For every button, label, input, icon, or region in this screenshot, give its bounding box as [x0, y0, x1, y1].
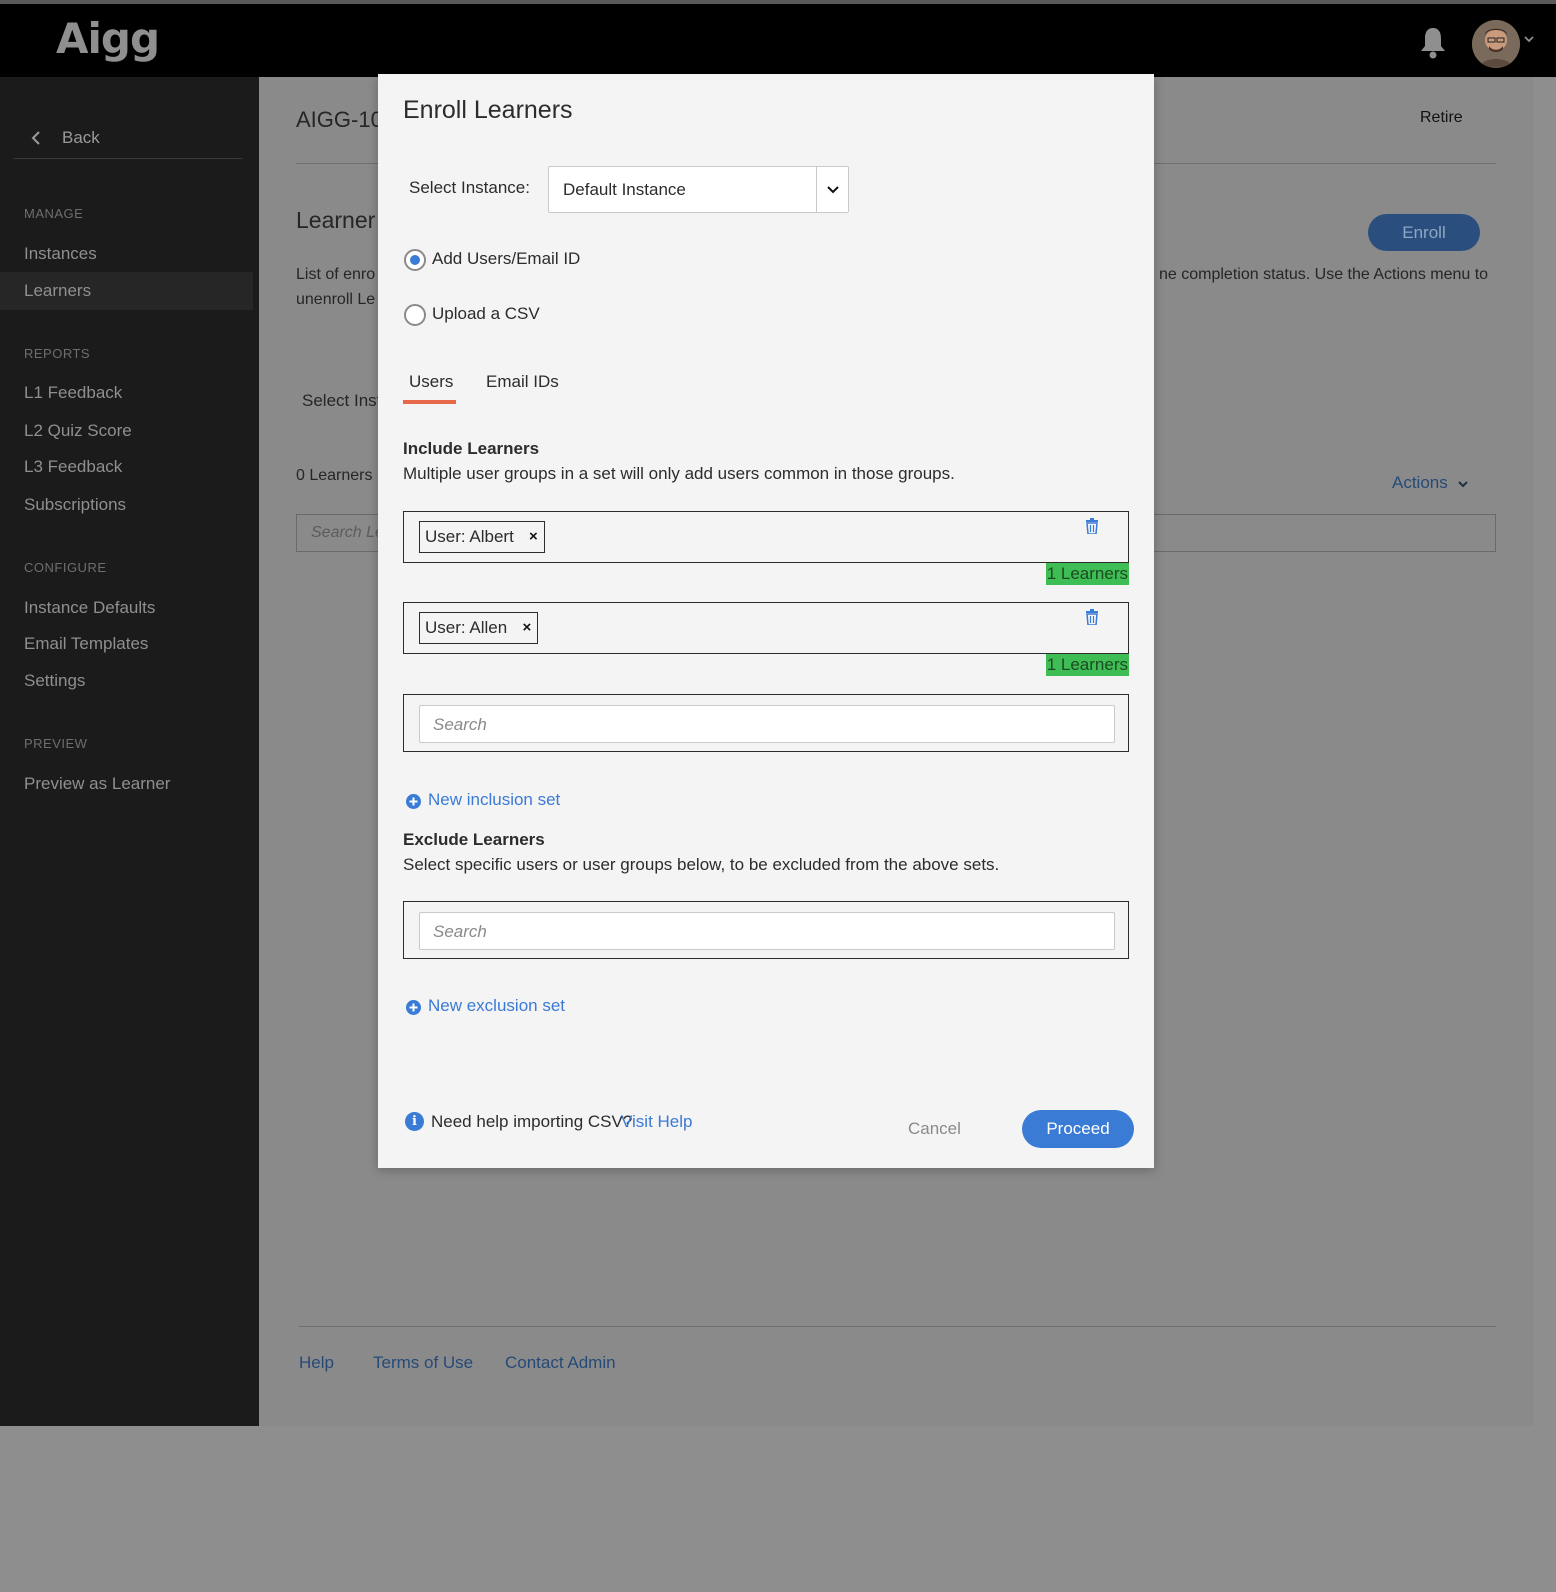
trash-icon[interactable] — [1085, 518, 1099, 534]
visit-help-link[interactable]: Visit Help — [621, 1112, 693, 1132]
sidebar-item-l3-feedback[interactable]: L3 Feedback — [24, 457, 122, 477]
sidebar-section-manage: MANAGE — [24, 206, 84, 221]
chevron-left-icon — [31, 131, 40, 145]
sidebar-item-l2-quiz-score[interactable]: L2 Quiz Score — [24, 421, 132, 441]
page-background — [0, 1426, 1556, 1592]
enroll-button[interactable]: Enroll — [1368, 214, 1480, 251]
top-bar: Aigg — [0, 0, 1556, 77]
avatar[interactable] — [1472, 20, 1520, 68]
footer-help-link[interactable]: Help — [299, 1353, 334, 1373]
page-title: AIGG-10 — [296, 107, 383, 132]
bell-icon[interactable] — [1418, 26, 1448, 60]
inclusion-set: User: Allen × — [403, 602, 1129, 654]
trash-icon[interactable] — [1085, 609, 1099, 625]
new-exclusion-set-label: New exclusion set — [428, 996, 566, 1015]
tab-email-ids[interactable]: Email IDs — [486, 372, 559, 392]
plus-circle-icon — [406, 1000, 421, 1015]
chevron-down-icon — [827, 186, 839, 194]
search-placeholder: Search — [433, 715, 487, 734]
learners-description: List of enro — [296, 266, 376, 283]
proceed-button[interactable]: Proceed — [1022, 1110, 1134, 1148]
sidebar-item-instances[interactable]: Instances — [24, 244, 97, 264]
new-inclusion-set-label: New inclusion set — [428, 790, 561, 809]
sidebar: Back MANAGE Instances Learners REPORTS L… — [0, 77, 259, 1426]
learner-count-badge: 1 Learners — [1045, 563, 1129, 585]
select-instance-label: Select Inst — [302, 391, 382, 410]
radio-upload-csv-label[interactable]: Upload a CSV — [432, 304, 540, 324]
inclusion-search-set: Search — [403, 694, 1129, 752]
footer-terms-link[interactable]: Terms of Use — [373, 1353, 473, 1373]
footer-contact-admin-link[interactable]: Contact Admin — [505, 1353, 616, 1373]
plus-circle-icon — [406, 794, 421, 809]
inclusion-set: User: Albert × — [403, 511, 1129, 563]
learner-count: 0 Learners — [296, 467, 373, 484]
exclude-learners-description: Select specific users or user groups bel… — [403, 855, 1000, 874]
learners-description-end: ne completion status. Use the Actions me… — [1159, 266, 1489, 283]
enroll-learners-modal: Enroll Learners Select Instance: Default… — [378, 74, 1154, 1168]
chevron-down-icon[interactable] — [1522, 32, 1536, 46]
csv-help-text: Need help importing CSV? — [431, 1112, 633, 1131]
retire-button[interactable]: Retire — [1420, 109, 1463, 127]
modal-title: Enroll Learners — [403, 96, 573, 124]
active-tab-indicator — [403, 400, 456, 404]
back-button[interactable]: Back — [14, 125, 242, 159]
include-learners-heading: Include Learners — [403, 439, 540, 458]
include-learners-description: Multiple user groups in a set will only … — [403, 464, 955, 483]
learner-count-badge: 1 Learners — [1045, 654, 1129, 676]
app-logo[interactable]: Aigg — [56, 14, 160, 63]
learners-heading: Learner — [296, 207, 376, 233]
sidebar-item-learners[interactable]: Learners — [24, 281, 91, 301]
radio-add-users[interactable] — [404, 249, 426, 271]
radio-upload-csv[interactable] — [404, 304, 426, 326]
sidebar-section-preview: PREVIEW — [24, 736, 88, 751]
sidebar-section-configure: CONFIGURE — [24, 560, 107, 575]
chevron-down-icon[interactable] — [1456, 477, 1470, 491]
user-chip: User: Allen × — [419, 612, 539, 644]
back-label: Back — [62, 128, 100, 147]
info-icon: i — [405, 1112, 424, 1131]
sidebar-item-instance-defaults[interactable]: Instance Defaults — [24, 598, 155, 618]
sidebar-item-email-templates[interactable]: Email Templates — [24, 634, 148, 654]
user-chip-label: User: Allen — [425, 618, 508, 637]
close-icon[interactable]: × — [529, 522, 538, 552]
close-icon[interactable]: × — [522, 613, 531, 643]
cancel-button[interactable]: Cancel — [908, 1119, 961, 1139]
inclusion-search-input[interactable]: Search — [419, 705, 1115, 743]
actions-menu[interactable]: Actions — [1392, 473, 1448, 493]
exclusion-search-set: Search — [403, 901, 1129, 959]
user-chip-label: User: Albert — [425, 527, 514, 546]
search-placeholder: Search Le — [311, 524, 384, 541]
exclude-learners-heading: Exclude Learners — [403, 830, 545, 849]
sidebar-item-l1-feedback[interactable]: L1 Feedback — [24, 383, 122, 403]
exclusion-search-input[interactable]: Search — [419, 912, 1115, 950]
sidebar-item-subscriptions[interactable]: Subscriptions — [24, 495, 126, 515]
sidebar-item-preview-as-learner[interactable]: Preview as Learner — [24, 774, 170, 794]
tab-users[interactable]: Users — [409, 372, 453, 392]
search-placeholder: Search — [433, 922, 487, 941]
instance-select-toggle[interactable] — [816, 167, 848, 212]
sidebar-section-reports: REPORTS — [24, 346, 91, 361]
learners-description-line2: unenroll Le — [296, 291, 376, 308]
sidebar-item-settings[interactable]: Settings — [24, 671, 85, 691]
radio-add-users-label[interactable]: Add Users/Email ID — [432, 249, 580, 269]
select-instance-label: Select Instance: — [409, 178, 530, 197]
instance-select[interactable]: Default Instance — [548, 166, 849, 213]
instance-select-value: Default Instance — [563, 180, 686, 199]
user-chip: User: Albert × — [419, 521, 545, 553]
footer-divider — [299, 1326, 1496, 1327]
